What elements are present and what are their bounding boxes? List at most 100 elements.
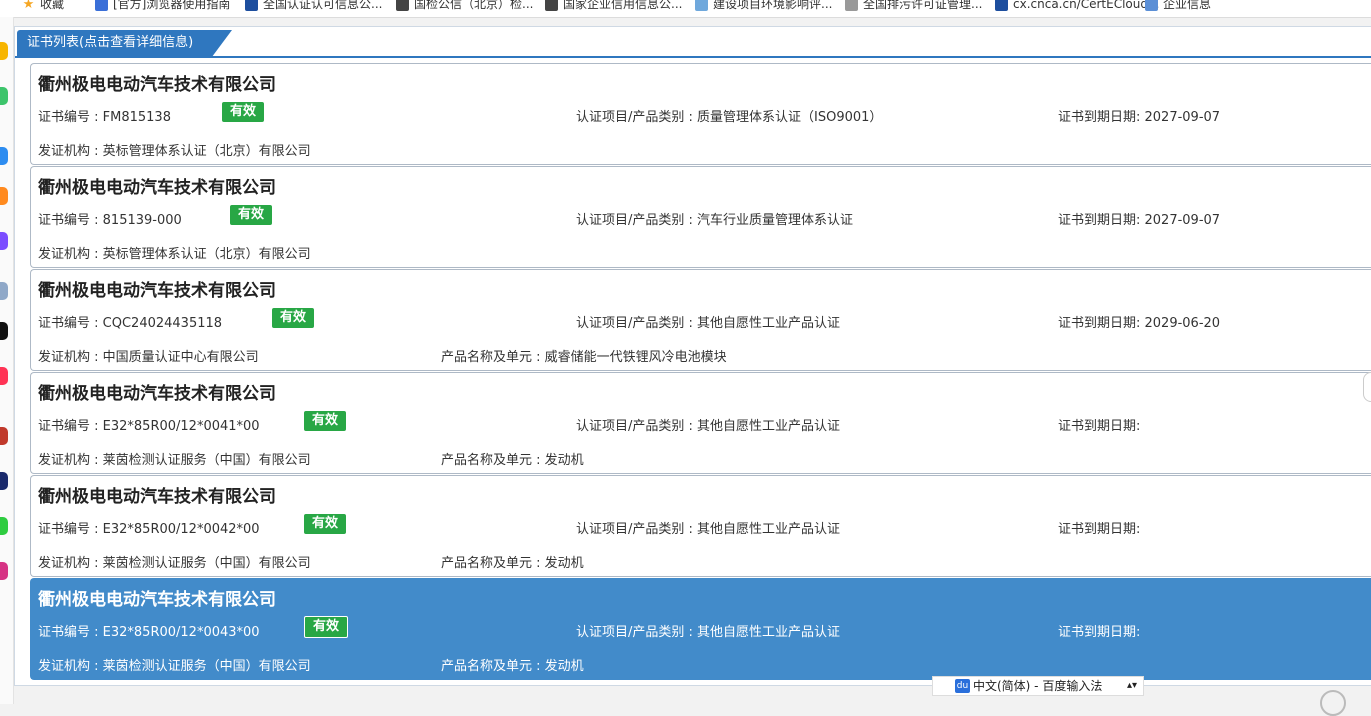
app-icon[interactable] <box>0 472 8 490</box>
project-label: 认证项目/产品类别 : <box>576 110 698 125</box>
app-icon[interactable] <box>0 232 8 250</box>
issuer-label: 发证机构 : <box>38 659 103 674</box>
company-name: 衢州极电电动汽车技术有限公司 <box>38 487 276 507</box>
app-icon[interactable] <box>0 187 8 205</box>
issuer-field: 发证机构 : 莱茵检测认证服务（中国）有限公司 <box>38 552 311 571</box>
product-field: 产品名称及单元 : 威睿储能一代铁锂风冷电池模块 <box>441 346 727 365</box>
bookmark-item[interactable]: 建设项目环境影响评... <box>695 0 832 14</box>
side-app-strip <box>0 17 14 704</box>
star-icon: ★ <box>22 0 35 12</box>
company-name: 衢州极电电动汽车技术有限公司 <box>38 384 276 404</box>
issuer-label: 发证机构 : <box>38 453 103 468</box>
company-name: 衢州极电电动汽车技术有限公司 <box>38 75 276 95</box>
cert-number-value: FM815138 <box>102 110 171 125</box>
expiry-label: 证书到期日期: <box>1058 522 1141 537</box>
status-badge: 有效 <box>304 616 349 638</box>
app-icon[interactable] <box>0 282 8 300</box>
bookmark-item[interactable]: 企业信息 <box>1145 0 1211 14</box>
product-label: 产品名称及单元 : <box>441 453 545 468</box>
product-label: 产品名称及单元 : <box>441 556 545 571</box>
cert-number-field: 证书编号 : E32*85R00/12*0043*00 <box>38 621 260 640</box>
expiry-value: 2027-09-07 <box>1144 213 1221 228</box>
bookmark-item[interactable]: ★ 收藏 <box>22 0 64 14</box>
cert-number-label: 证书编号 : <box>38 522 103 537</box>
issuer-field: 发证机构 : 莱茵检测认证服务（中国）有限公司 <box>38 655 311 674</box>
app-icon[interactable] <box>0 427 8 445</box>
bookmark-label: 建设项目环境影响评... <box>713 0 833 11</box>
app-icon[interactable] <box>0 87 8 105</box>
certificate-card[interactable]: 衢州极电电动汽车技术有限公司 证书编号 : CQC24024435118 有效 认证项… <box>30 269 1371 371</box>
issuer-value: 英标管理体系认证（北京）有限公司 <box>102 144 311 159</box>
project-field: 认证项目/产品类别 : 其他自愿性工业产品认证 <box>576 621 840 640</box>
leaf-icon <box>695 0 708 11</box>
cert-number-value: E32*85R00/12*0041*00 <box>102 419 260 434</box>
project-value: 其他自愿性工业产品认证 <box>697 419 841 434</box>
app-icon[interactable] <box>0 147 8 165</box>
certificate-card[interactable]: 衢州极电电动汽车技术有限公司 证书编号 : 815139-000 有效 认证项目/产品… <box>30 166 1371 268</box>
scroll-top-icon[interactable] <box>1320 690 1346 716</box>
cert-number-label: 证书编号 : <box>38 419 103 434</box>
issuer-label: 发证机构 : <box>38 247 103 262</box>
certificate-panel: 证书列表(点击查看详细信息) 衢州极电电动汽车技术有限公司 证书编号 : FM81… <box>14 26 1371 686</box>
status-badge: 有效 <box>230 205 273 225</box>
company-name: 衢州极电电动汽车技术有限公司 <box>38 178 276 198</box>
cert-number-label: 证书编号 : <box>38 110 103 125</box>
issuer-field: 发证机构 : 英标管理体系认证（北京）有限公司 <box>38 243 311 262</box>
cert-number-field: 证书编号 : E32*85R00/12*0042*00 <box>38 518 260 537</box>
expiry-field: 证书到期日期: <box>1058 621 1140 640</box>
gear-icon <box>845 0 858 11</box>
expiry-label: 证书到期日期: <box>1058 213 1145 228</box>
app-icon[interactable] <box>0 517 8 535</box>
bookmark-label: 国检公信（北京）检... <box>414 0 534 11</box>
scroll-handle[interactable] <box>1363 372 1371 402</box>
app-icon[interactable] <box>0 42 8 60</box>
app-icon[interactable] <box>0 562 8 580</box>
project-label: 认证项目/产品类别 : <box>576 316 698 331</box>
cert-number-field: 证书编号 : 815139-000 <box>38 209 182 228</box>
product-field: 产品名称及单元 : 发动机 <box>441 449 584 468</box>
expiry-label: 证书到期日期: <box>1058 110 1145 125</box>
bookmark-item[interactable]: 国检公信（北京）检... <box>396 0 533 14</box>
project-label: 认证项目/产品类别 : <box>576 213 698 228</box>
certificate-card[interactable]: 衢州极电电动汽车技术有限公司 证书编号 : FM815138 有效 认证项目/产品类别… <box>30 63 1371 165</box>
certificate-card[interactable]: 衢州极电电动汽车技术有限公司 证书编号 : E32*85R00/12*0041*0… <box>30 372 1371 474</box>
baidu-ime-icon: du <box>955 679 970 693</box>
expiry-label: 证书到期日期: <box>1058 419 1141 434</box>
expiry-field: 证书到期日期: <box>1058 415 1140 434</box>
tab-certificate-list[interactable]: 证书列表(点击查看详细信息) <box>17 30 232 56</box>
ime-status-bar[interactable]: du 中文(简体) - 百度输入法 ▴▾ <box>932 676 1144 696</box>
project-value: 其他自愿性工业产品认证 <box>697 316 841 331</box>
bookmark-label: 企业信息 <box>1163 0 1212 11</box>
bookmark-item[interactable]: 全国认证认可信息公... <box>245 0 382 14</box>
ime-label: 中文(简体) - 百度输入法 <box>973 679 1103 693</box>
product-value: 威睿储能一代铁锂风冷电池模块 <box>544 350 727 365</box>
bookmark-label: 全国认证认可信息公... <box>263 0 383 11</box>
site-icon <box>245 0 258 11</box>
project-field: 认证项目/产品类别 : 质量管理体系认证（ISO9001） <box>576 106 882 125</box>
bookmark-item[interactable]: 全国排污许可证管理... <box>845 0 982 14</box>
bookmark-item[interactable]: cx.cnca.cn/CertECloud... <box>995 0 1159 14</box>
cert-number-label: 证书编号 : <box>38 625 103 640</box>
app-icon[interactable] <box>0 367 8 385</box>
bookmark-label: 全国排污许可证管理... <box>863 0 983 11</box>
cert-number-value: 815139-000 <box>102 213 182 228</box>
cert-number-label: 证书编号 : <box>38 316 103 331</box>
certificate-card[interactable]: 衢州极电电动汽车技术有限公司 证书编号 : E32*85R00/12*0043*0… <box>30 578 1371 680</box>
product-value: 发动机 <box>544 556 584 571</box>
cert-number-field: 证书编号 : FM815138 <box>38 106 171 125</box>
bookmark-label: 国家企业信用信息公... <box>563 0 683 11</box>
project-field: 认证项目/产品类别 : 其他自愿性工业产品认证 <box>576 415 840 434</box>
product-label: 产品名称及单元 : <box>441 350 545 365</box>
cert-number-field: 证书编号 : E32*85R00/12*0041*00 <box>38 415 260 434</box>
project-value: 其他自愿性工业产品认证 <box>697 522 841 537</box>
status-badge: 有效 <box>222 102 265 122</box>
product-label: 产品名称及单元 : <box>441 659 545 674</box>
panel-tab-bar: 证书列表(点击查看详细信息) <box>15 27 1371 58</box>
expiry-field: 证书到期日期: 2027-09-07 <box>1058 106 1220 125</box>
updown-arrows-icon[interactable]: ▴▾ <box>1127 677 1137 695</box>
project-field: 认证项目/产品类别 : 其他自愿性工业产品认证 <box>576 518 840 537</box>
certificate-card[interactable]: 衢州极电电动汽车技术有限公司 证书编号 : E32*85R00/12*0042*0… <box>30 475 1371 577</box>
bookmark-item[interactable]: [官方]浏览器使用指南 <box>95 0 230 14</box>
bookmark-item[interactable]: 国家企业信用信息公... <box>545 0 682 14</box>
app-icon[interactable] <box>0 322 8 340</box>
